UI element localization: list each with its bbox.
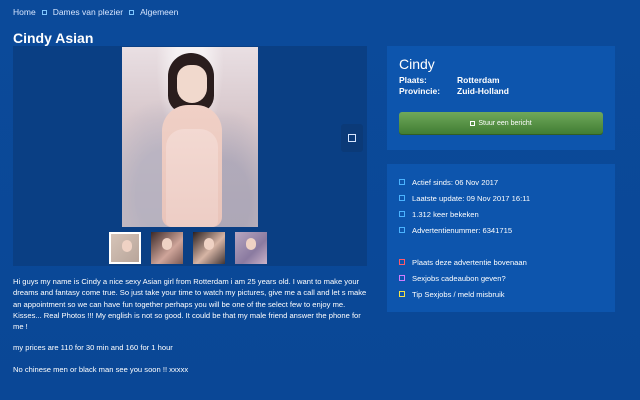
thumbnail-face xyxy=(162,238,172,250)
info-item: Laatste update: 09 Nov 2017 16:11 xyxy=(399,190,603,206)
next-photo-button[interactable] xyxy=(341,124,363,152)
bullet-icon xyxy=(399,195,405,201)
ad-action-list: Plaats deze advertentie bovenaan Sexjobs… xyxy=(399,254,603,302)
thumbnail-face xyxy=(122,240,132,252)
send-message-button[interactable]: Stuur een bericht xyxy=(399,112,603,135)
bullet-icon xyxy=(399,259,405,265)
bullet-icon xyxy=(399,179,405,185)
action-label: Plaats deze advertentie bovenaan xyxy=(412,257,527,267)
ad-description: Hi guys my name is Cindy a nice sexy Asi… xyxy=(13,276,373,385)
description-paragraph: my prices are 110 for 30 min and 160 for… xyxy=(13,343,173,353)
breadcrumb-dames-van-plezier[interactable]: Dames van plezier xyxy=(53,7,123,17)
info-item: 1.312 keer bekeken xyxy=(399,206,603,222)
description-paragraph: No chinese men or black man see you soon… xyxy=(13,364,189,374)
ad-info-list: Actief sinds: 06 Nov 2017 Laatste update… xyxy=(399,174,603,238)
info-text: 1.312 keer bekeken xyxy=(412,209,479,219)
info-text: Advertentienummer: 6341715 xyxy=(412,225,513,235)
square-icon xyxy=(348,134,356,142)
bullet-icon xyxy=(399,211,405,217)
thumbnail-face xyxy=(246,238,256,250)
info-item: Actief sinds: 06 Nov 2017 xyxy=(399,174,603,190)
info-item: Advertentienummer: 6341715 xyxy=(399,222,603,238)
breadcrumb: Home Dames van plezier Algemeen xyxy=(13,6,178,18)
bullet-icon xyxy=(399,291,405,297)
action-gift-voucher[interactable]: Sexjobs cadeaubon geven? xyxy=(399,270,603,286)
field-row-provincie: Provincie: Zuid-Holland xyxy=(399,86,603,97)
field-value: Rotterdam xyxy=(457,75,500,85)
thumbnail-strip xyxy=(109,232,267,264)
breadcrumb-separator-icon xyxy=(41,10,47,15)
photo-dress xyxy=(166,129,218,227)
contact-card: Cindy Plaats: Rotterdam Provincie: Zuid-… xyxy=(387,46,615,150)
thumbnail-4[interactable] xyxy=(235,232,267,264)
info-text: Laatste update: 09 Nov 2017 16:11 xyxy=(412,193,531,203)
message-icon xyxy=(470,121,476,126)
thumbnail-1[interactable] xyxy=(109,232,141,264)
send-message-label: Stuur een bericht xyxy=(478,120,532,127)
field-value: Zuid-Holland xyxy=(457,86,509,96)
contact-name: Cindy xyxy=(399,56,435,72)
field-row-plaats: Plaats: Rotterdam xyxy=(399,75,603,86)
bullet-icon xyxy=(399,275,405,281)
info-card: Actief sinds: 06 Nov 2017 Laatste update… xyxy=(387,164,615,312)
page: Home Dames van plezier Algemeen Cindy As… xyxy=(0,0,640,400)
main-photo[interactable] xyxy=(122,47,258,227)
thumbnail-face xyxy=(204,238,214,250)
thumbnail-3[interactable] xyxy=(193,232,225,264)
action-label: Tip Sexjobs / meld misbruik xyxy=(412,289,505,299)
breadcrumb-home[interactable]: Home xyxy=(13,7,36,17)
action-promote-ad[interactable]: Plaats deze advertentie bovenaan xyxy=(399,254,603,270)
description-paragraph: Hi guys my name is Cindy a nice sexy Asi… xyxy=(13,277,367,332)
photo-gallery xyxy=(13,46,367,266)
breadcrumb-separator-icon xyxy=(129,10,135,15)
breadcrumb-algemeen[interactable]: Algemeen xyxy=(140,7,178,17)
action-report-abuse[interactable]: Tip Sexjobs / meld misbruik xyxy=(399,286,603,302)
field-label: Plaats: xyxy=(399,75,427,85)
thumbnail-2[interactable] xyxy=(151,232,183,264)
action-label: Sexjobs cadeaubon geven? xyxy=(412,273,506,283)
photo-face xyxy=(177,65,207,103)
field-label: Provincie: xyxy=(399,86,441,96)
bullet-icon xyxy=(399,227,405,233)
info-text: Actief sinds: 06 Nov 2017 xyxy=(412,177,499,187)
page-title: Cindy Asian xyxy=(13,30,94,47)
